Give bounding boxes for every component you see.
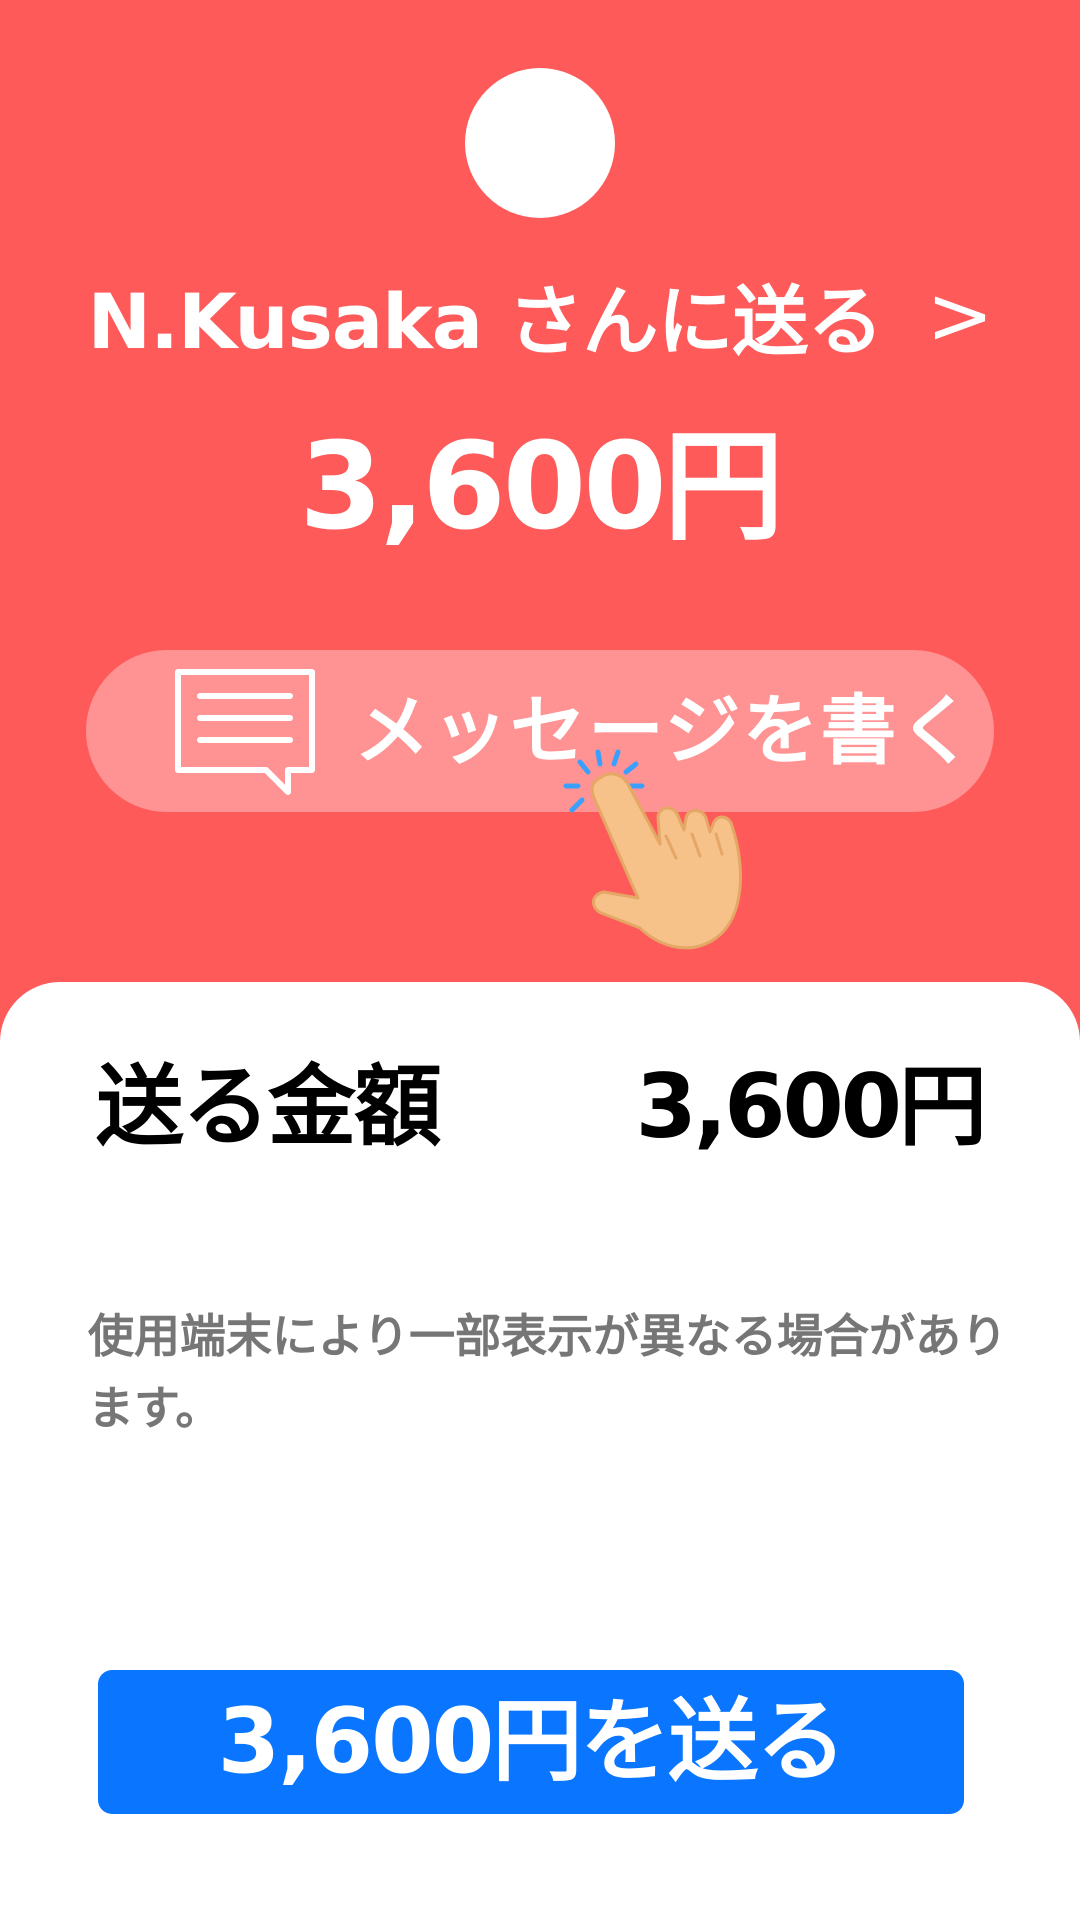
send-amount-value: 3,600円	[635, 1055, 987, 1158]
summary-sheet: 送る金額 3,600円 使用端末により一部表示が異なる場合があります。 3,60…	[0, 982, 1080, 1920]
avatar[interactable]	[465, 68, 615, 218]
send-button[interactable]: 3,600円を送る	[98, 1670, 964, 1814]
recipient-label: N.Kusaka さんに送る	[87, 277, 884, 366]
message-icon	[175, 669, 315, 795]
tap-hand-icon	[563, 749, 742, 950]
chevron-right-icon: >	[926, 268, 993, 362]
send-amount-label: 送る金額	[96, 1055, 442, 1158]
header-amount: 3,600円	[299, 418, 784, 557]
device-notice: 使用端末により一部表示が異なる場合があります。	[88, 1309, 1008, 1435]
header-panel: N.Kusaka さんに送る > 3,600円 メッセージを書く	[0, 0, 1080, 1000]
recipient-link[interactable]: N.Kusaka さんに送る >	[0, 268, 1080, 367]
write-message-button[interactable]: メッセージを書く	[86, 650, 994, 812]
